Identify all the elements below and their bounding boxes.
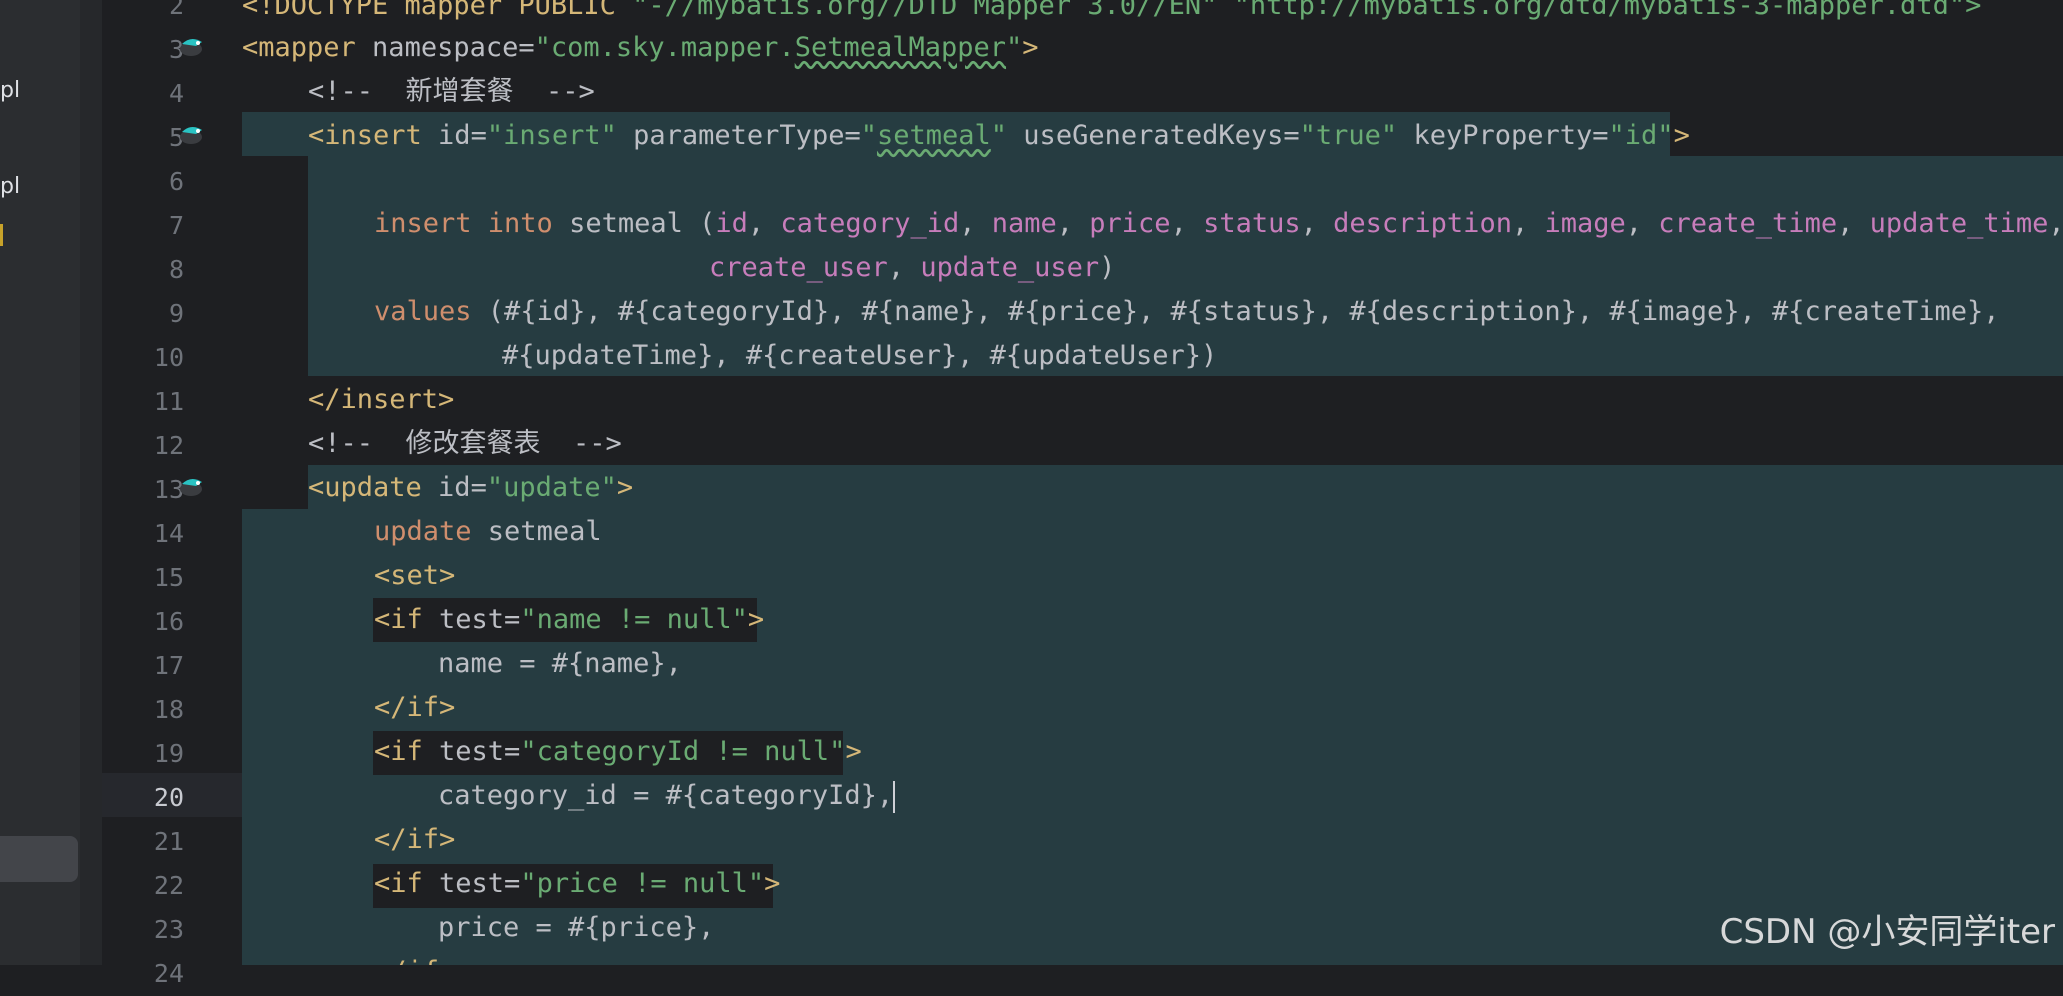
line-number[interactable]: 17 (114, 644, 184, 688)
mybatis-bird-icon[interactable] (176, 32, 206, 62)
line-number[interactable]: 20 (114, 776, 184, 820)
watermark: CSDN @小安同学iter (1719, 912, 2055, 952)
line-number[interactable]: 19 (114, 732, 184, 776)
code-line-13[interactable]: <update id="update"> (242, 466, 2063, 510)
column-name: description (1333, 208, 1512, 239)
column-name: price (1089, 208, 1171, 239)
code-line-19[interactable]: <if test="categoryId != null"> (242, 730, 2063, 774)
code-line-14[interactable]: update setmeal (242, 510, 2063, 554)
line-number[interactable]: 6 (114, 160, 184, 204)
code-line-8[interactable]: create_user, update_user) (242, 246, 2063, 290)
line-number[interactable]: 21 (114, 820, 184, 864)
line-number[interactable]: 11 (114, 380, 184, 424)
column-name: create_user (709, 252, 888, 283)
line-number[interactable]: 18 (114, 688, 184, 732)
line-number[interactable]: 7 (114, 204, 184, 248)
line-number[interactable]: 16 (114, 600, 184, 644)
project-item-fragment[interactable]: pl (0, 174, 20, 199)
code-line-15[interactable]: <set> (242, 554, 2063, 598)
code-editor[interactable]: <!DOCTYPE mapper PUBLIC "-//mybatis.org/… (242, 0, 2063, 965)
mybatis-bird-icon[interactable] (176, 472, 206, 502)
project-panel: pl pl (0, 0, 80, 965)
column-name: category_id (780, 208, 960, 239)
line-number[interactable]: 4 (114, 72, 184, 116)
column-name: update_time (1869, 208, 2049, 239)
code-line-5[interactable]: <insert id="insert" parameterType="setme… (242, 114, 2063, 158)
column-name: status (1203, 208, 1301, 239)
code-line-7[interactable]: insert into setmeal (id, category_id, na… (242, 202, 2063, 246)
vcs-marker (0, 224, 3, 246)
code-line-16[interactable]: <if test="name != null"> (242, 598, 2063, 642)
code-line-18[interactable]: </if> (242, 686, 2063, 730)
code-line-4[interactable]: <!-- 新增套餐 --> (242, 70, 2063, 114)
column-name: id (715, 208, 748, 239)
line-number[interactable]: 22 (114, 864, 184, 908)
line-number[interactable]: 5 (114, 116, 184, 160)
line-number[interactable]: 10 (114, 336, 184, 380)
code-line-12[interactable]: <!-- 修改套餐表 --> (242, 422, 2063, 466)
panel-splitter[interactable] (80, 0, 102, 965)
selected-project-item[interactable] (0, 836, 78, 882)
line-number[interactable]: 14 (114, 512, 184, 556)
line-number[interactable]: 9 (114, 292, 184, 336)
line-number[interactable]: 2 (114, 0, 184, 28)
code-line-17[interactable]: name = #{name}, (242, 642, 2063, 686)
code-line-11[interactable]: </insert> (242, 378, 2063, 422)
code-line-22[interactable]: <if test="price != null"> (242, 862, 2063, 906)
code-line-21[interactable]: </if> (242, 818, 2063, 862)
line-number[interactable]: 23 (114, 908, 184, 952)
column-name: update_user (920, 252, 1100, 283)
mybatis-bird-icon[interactable] (176, 120, 206, 150)
code-line-2[interactable]: <!DOCTYPE mapper PUBLIC "-//mybatis.org/… (242, 0, 2063, 28)
text-caret (893, 780, 896, 813)
line-number[interactable]: 15 (114, 556, 184, 600)
line-number[interactable]: 3 (114, 28, 184, 72)
code-line-10[interactable]: #{updateTime}, #{createUser}, #{updateUs… (242, 334, 2063, 378)
project-item-fragment[interactable]: pl (0, 78, 20, 103)
code-line-9[interactable]: values (#{id}, #{categoryId}, #{name}, #… (242, 290, 2063, 334)
line-number[interactable]: 12 (114, 424, 184, 468)
column-name: create_time (1658, 208, 1838, 239)
line-number[interactable]: 13 (114, 468, 184, 512)
column-name: name (991, 208, 1057, 239)
code-line-3[interactable]: <mapper namespace="com.sky.mapper.Setmea… (242, 26, 2063, 70)
column-name: image (1544, 208, 1626, 239)
line-number[interactable]: 8 (114, 248, 184, 292)
code-line-20[interactable]: category_id = #{categoryId}, (242, 774, 2063, 818)
editor-gutter: 2 3 4 5 6 7 8 9 10 11 12 13 14 15 16 17 18 19 20 21 22 23 24 (102, 0, 282, 988)
line-number[interactable]: 24 (114, 952, 184, 996)
